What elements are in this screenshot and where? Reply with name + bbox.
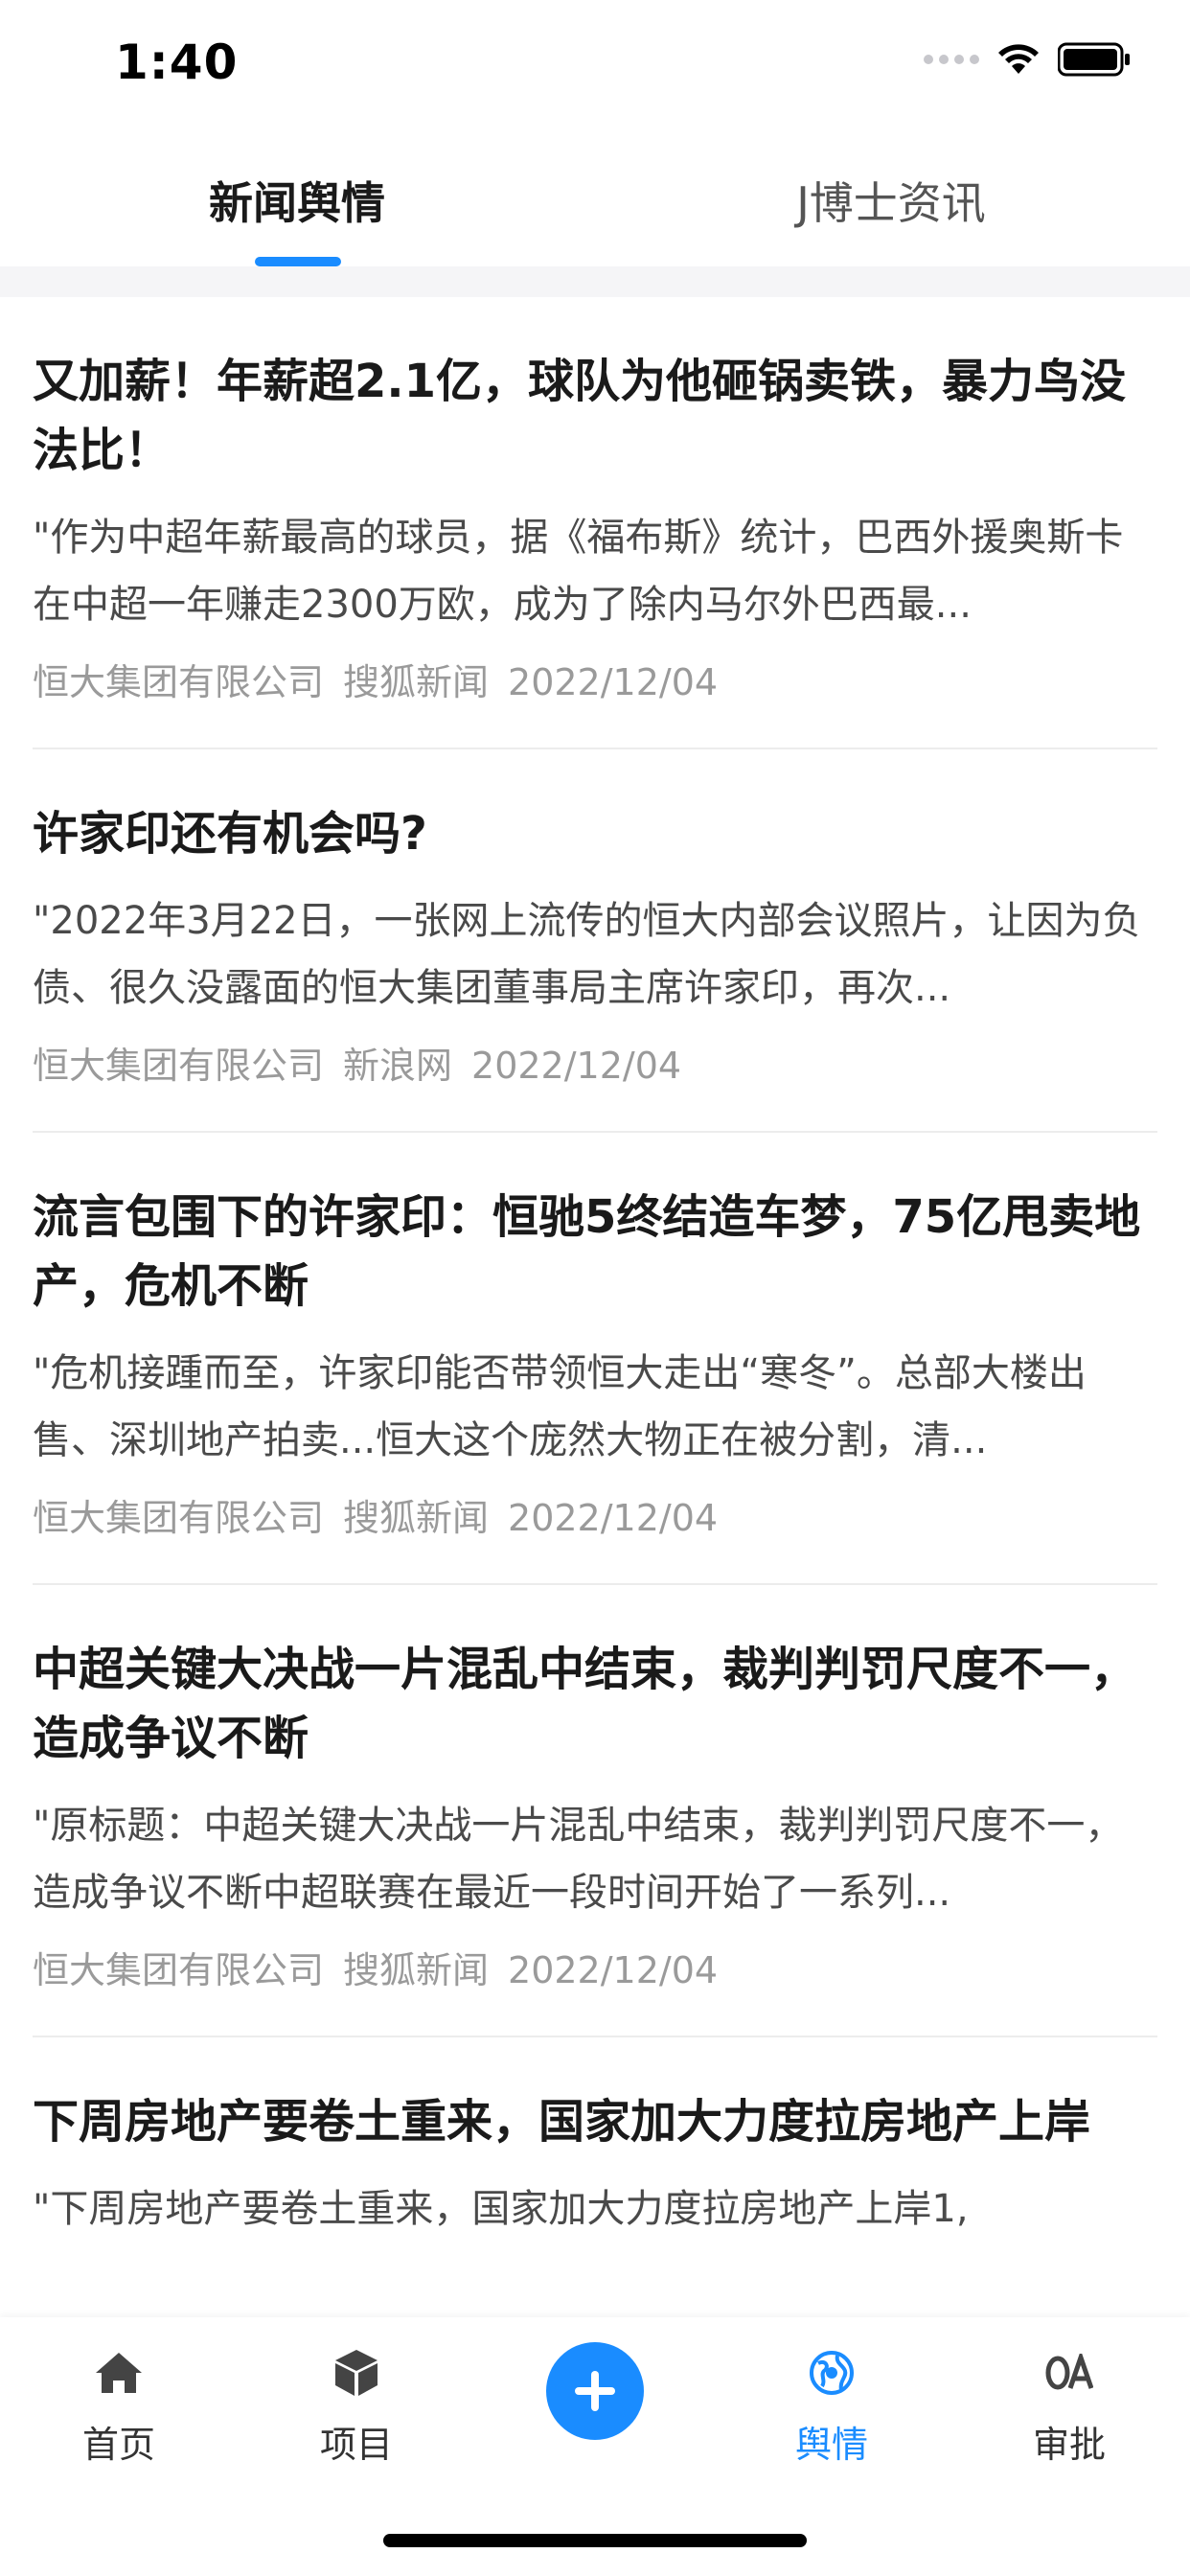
news-company: 恒大集团有限公司 — [33, 661, 325, 703]
news-date: 2022/12/04 — [508, 661, 719, 703]
news-meta: 恒大集团有限公司 新浪网 2022/12/04 — [33, 1029, 1157, 1102]
news-list: 又加薪！年薪超2.1亿，球队为他砸锅卖铁，暴力鸟没法比！ "作为中超年薪最高的球… — [0, 297, 1190, 2310]
nav-label-sentiment: 舆情 — [794, 2424, 868, 2466]
news-tabs: 新闻舆情 J博士资讯 — [0, 134, 1190, 266]
nav-label-approval: 审批 — [1032, 2424, 1106, 2466]
home-indicator[interactable] — [383, 2534, 807, 2547]
news-title: 流言包围下的许家印：恒驰5终结造车梦，75亿甩卖地产，危机不断 — [33, 1190, 1141, 1313]
header-separator — [0, 266, 1190, 297]
news-title: 又加薪！年薪超2.1亿，球队为他砸锅卖铁，暴力鸟没法比！ — [33, 355, 1127, 477]
status-time: 1:40 — [115, 34, 239, 90]
news-title: 中超关键大决战一片混乱中结束，裁判判罚尺度不一，造成争议不断 — [33, 1643, 1137, 1765]
news-summary: "危机接踵而至，许家印能否带领恒大走出“寒冬”。总部大楼出售、深圳地产拍卖...… — [33, 1351, 1087, 1462]
news-item[interactable]: 流言包围下的许家印：恒驰5终结造车梦，75亿甩卖地产，危机不断 "危机接踵而至，… — [33, 1133, 1157, 1585]
home-icon — [23, 2344, 215, 2402]
news-item[interactable]: 中超关键大决战一片混乱中结束，裁判判罚尺度不一，造成争议不断 "原标题：中超关键… — [33, 1585, 1157, 2037]
tab-news-sentiment[interactable]: 新闻舆情 — [105, 169, 489, 232]
news-summary: "2022年3月22日，一张网上流传的恒大内部会议照片，让因为负债、很久没露面的… — [33, 899, 1141, 1010]
add-button[interactable] — [546, 2342, 644, 2440]
news-source: 搜狐新闻 — [343, 1949, 490, 1991]
oa-icon — [973, 2344, 1165, 2402]
tab-dr-j-news[interactable]: J博士资讯 — [699, 169, 1083, 232]
news-source: 搜狐新闻 — [343, 1497, 490, 1539]
news-meta: 恒大集团有限公司 搜狐新闻 2022/12/04 — [33, 1482, 1157, 1554]
nav-item-home[interactable]: 首页 — [23, 2344, 215, 2468]
news-item[interactable]: 许家印还有机会吗? "2022年3月22日，一张网上流传的恒大内部会议照片，让因… — [33, 749, 1157, 1133]
news-meta: 恒大集团有限公司 搜狐新闻 2022/12/04 — [33, 1934, 1157, 2007]
nav-label-projects: 项目 — [319, 2424, 393, 2466]
status-bar: 1:40 — [0, 0, 1190, 125]
status-icons — [924, 42, 1131, 77]
news-company: 恒大集团有限公司 — [33, 1497, 325, 1539]
news-source: 搜狐新闻 — [343, 661, 490, 703]
plus-icon — [575, 2371, 615, 2411]
active-tab-indicator — [255, 257, 341, 266]
news-title: 下周房地产要卷土重来，国家加大力度拉房地产上岸 — [33, 2095, 1091, 2149]
wifi-icon — [998, 44, 1039, 74]
news-date: 2022/12/04 — [471, 1045, 682, 1087]
news-date: 2022/12/04 — [508, 1949, 719, 1991]
nav-label-home: 首页 — [81, 2424, 155, 2466]
news-item[interactable]: 又加薪！年薪超2.1亿，球队为他砸锅卖铁，暴力鸟没法比！ "作为中超年薪最高的球… — [33, 297, 1157, 749]
news-title: 许家印还有机会吗? — [33, 807, 427, 861]
nav-item-sentiment[interactable]: 舆情 — [736, 2344, 927, 2468]
news-company: 恒大集团有限公司 — [33, 1045, 325, 1087]
news-summary: "作为中超年薪最高的球员，据《福布斯》统计，巴西外援奥斯卡在中超一年赚走2300… — [33, 516, 1124, 627]
nav-item-approval[interactable]: 审批 — [973, 2344, 1165, 2468]
cellular-signal-icon — [924, 55, 979, 64]
battery-icon — [1058, 42, 1130, 77]
nav-item-projects[interactable]: 项目 — [261, 2344, 452, 2468]
globe-icon — [736, 2344, 927, 2402]
cube-icon — [261, 2344, 452, 2402]
list-fade-overlay — [0, 2252, 1190, 2319]
news-date: 2022/12/04 — [508, 1497, 719, 1539]
news-summary: "原标题：中超关键大决战一片混乱中结束，裁判判罚尺度不一，造成争议不断中超联赛在… — [33, 1804, 1124, 1915]
news-meta: 恒大集团有限公司 搜狐新闻 2022/12/04 — [33, 646, 1157, 719]
news-source: 新浪网 — [343, 1045, 453, 1087]
news-company: 恒大集团有限公司 — [33, 1949, 325, 1991]
